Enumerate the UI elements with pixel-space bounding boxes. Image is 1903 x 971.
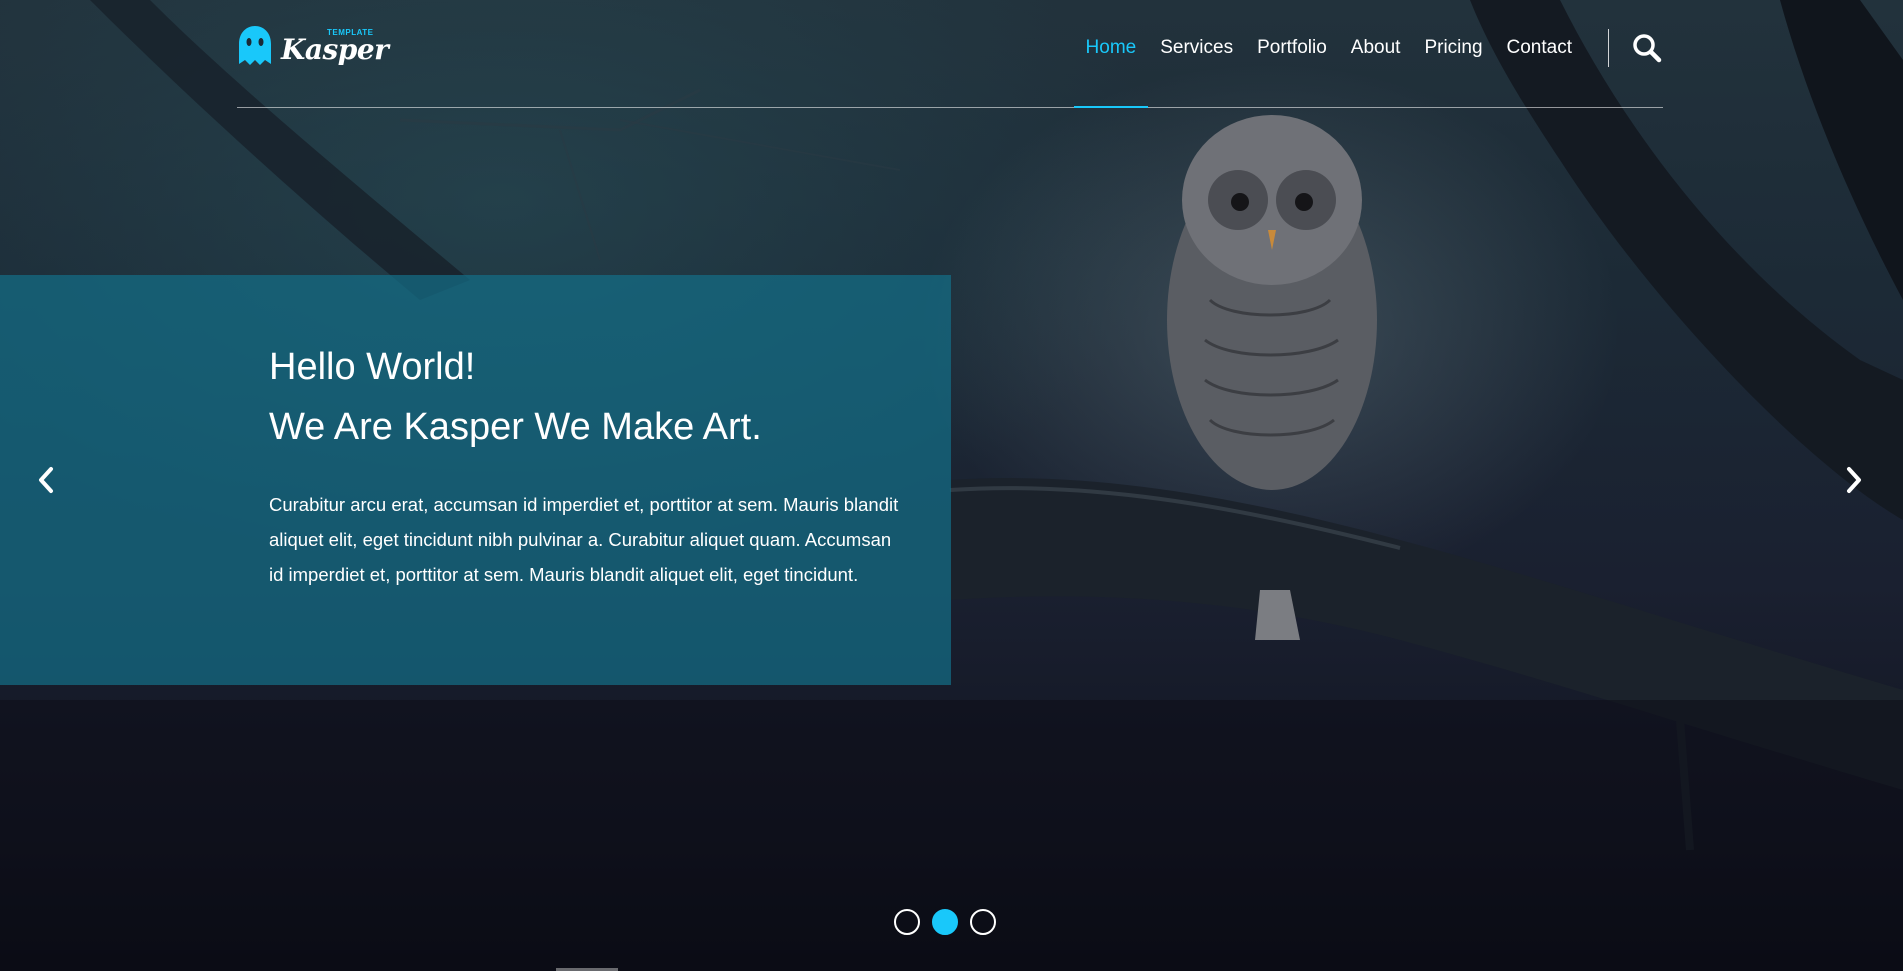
- ghost-logo-icon: [239, 26, 271, 65]
- slide-dot-1[interactable]: [894, 909, 920, 935]
- slide-caption: Hello World! We Are Kasper We Make Art. …: [0, 275, 951, 685]
- slide-dot-3[interactable]: [970, 909, 996, 935]
- nav-link-home[interactable]: Home: [1086, 37, 1137, 59]
- nav-item-contact[interactable]: Contact: [1495, 0, 1584, 96]
- slide-title-line-2: We Are Kasper We Make Art.: [269, 406, 762, 448]
- slide-title-line-1: Hello World!: [269, 346, 476, 388]
- nav-link-services[interactable]: Services: [1160, 37, 1233, 59]
- prev-slide-button[interactable]: [32, 463, 62, 497]
- nav-item-portfolio[interactable]: Portfolio: [1245, 0, 1339, 96]
- slide-body: Curabitur arcu erat, accumsan id imperdi…: [269, 494, 899, 585]
- nav-link-portfolio[interactable]: Portfolio: [1257, 37, 1327, 59]
- chevron-left-icon: [39, 467, 53, 493]
- search-button[interactable]: [1631, 32, 1663, 64]
- slide-indicators: [894, 909, 996, 935]
- slide-dot-2[interactable]: [932, 909, 958, 935]
- nav-item-about[interactable]: About: [1339, 0, 1413, 96]
- hero-slider: TEMPLATE Kasper Home Services Portfolio …: [0, 0, 1903, 971]
- logo-wordmark: Kasper: [281, 33, 389, 66]
- search-icon: [1633, 34, 1662, 63]
- next-slide-button[interactable]: [1838, 463, 1868, 497]
- nav-link-contact[interactable]: Contact: [1507, 37, 1572, 59]
- site-header: TEMPLATE Kasper Home Services Portfolio …: [237, 0, 1663, 108]
- main-nav: Home Services Portfolio About Pricing Co…: [1073, 0, 1663, 108]
- slide-title: Hello World! We Are Kasper We Make Art.: [269, 337, 909, 457]
- logo[interactable]: TEMPLATE Kasper: [237, 22, 389, 70]
- nav-link-about[interactable]: About: [1351, 37, 1401, 59]
- nav-item-pricing[interactable]: Pricing: [1412, 0, 1494, 96]
- nav-link-pricing[interactable]: Pricing: [1424, 37, 1482, 59]
- chevron-right-icon: [1847, 467, 1861, 493]
- nav-item-home[interactable]: Home: [1073, 0, 1149, 108]
- nav-item-services[interactable]: Services: [1148, 0, 1245, 96]
- nav-divider: [1608, 29, 1609, 67]
